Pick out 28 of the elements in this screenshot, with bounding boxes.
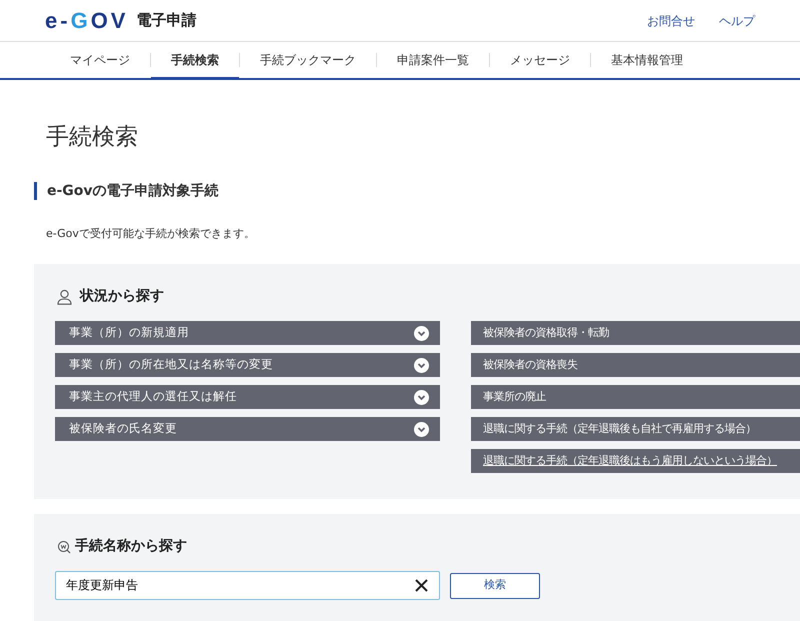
- nav-tab[interactable]: 手続ブックマーク: [240, 43, 376, 79]
- situation-item[interactable]: 退職に関する手続（定年退職後も自社で再雇用する場合）: [471, 417, 800, 442]
- e-gov-logo[interactable]: e-G OV: [45, 10, 128, 32]
- situation-item[interactable]: 事業（所）の新規適用: [55, 321, 440, 346]
- panel-heading: 状況から探す: [80, 287, 164, 306]
- situation-item[interactable]: 被保険者の資格取得・転勤: [471, 321, 800, 346]
- nav-tab[interactable]: 基本情報管理: [591, 43, 703, 79]
- person-icon: [57, 288, 72, 305]
- nav-tab[interactable]: 申請案件一覧: [377, 43, 489, 79]
- nav-tab[interactable]: マイページ: [50, 43, 150, 79]
- search-icon: [57, 540, 71, 554]
- description-text: e-Govで受付可能な手続が検索できます。: [46, 226, 256, 242]
- nav-tab[interactable]: 手続検索: [151, 42, 239, 80]
- search-field[interactable]: 年度更新申告: [55, 571, 440, 600]
- panel-heading: 手続名称から探す: [75, 537, 187, 556]
- situation-item[interactable]: 被保険者の氏名変更: [55, 417, 440, 442]
- page-title: 手続検索: [46, 124, 139, 152]
- service-name: 電子申請: [136, 10, 196, 32]
- nav-tab[interactable]: メッセージ: [490, 43, 590, 79]
- situation-item[interactable]: 事業（所）の所在地又は名称等の変更: [55, 353, 440, 378]
- section-heading: e-Govの電子申請対象手続: [34, 182, 800, 200]
- clear-icon[interactable]: [415, 579, 428, 592]
- search-button[interactable]: 検索: [450, 572, 540, 599]
- situation-item[interactable]: 事業主の代理人の選任又は解任: [55, 385, 440, 410]
- header-link[interactable]: ヘルプ: [719, 12, 755, 30]
- situation-item[interactable]: 被保険者の資格喪失: [471, 353, 800, 378]
- header-link[interactable]: お問合せ: [647, 12, 695, 30]
- situation-item[interactable]: 事業所の廃止: [471, 385, 800, 410]
